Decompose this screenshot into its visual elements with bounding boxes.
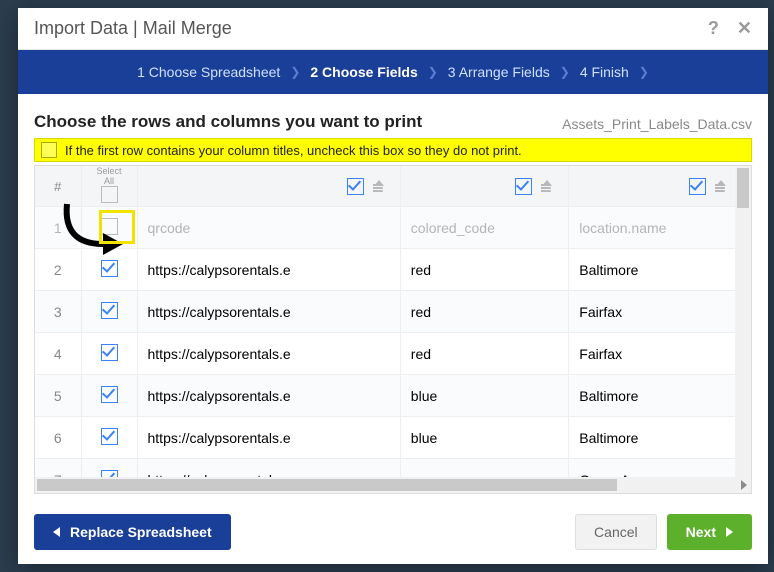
- page-title: Choose the rows and columns you want to …: [34, 112, 422, 132]
- step-finish[interactable]: 4 Finish: [580, 64, 629, 80]
- cell: Baltimore: [569, 417, 742, 459]
- cell: https://calypsorentals.e: [137, 417, 400, 459]
- column-include-checkbox[interactable]: [347, 178, 364, 195]
- column-include-checkbox[interactable]: [515, 178, 532, 195]
- row-select-cell[interactable]: [81, 207, 137, 249]
- cell: location.name: [569, 207, 742, 249]
- source-filename: Assets_Print_Labels_Data.csv: [562, 116, 752, 132]
- row-select-cell[interactable]: [81, 249, 137, 291]
- table-row: 6https://calypsorentals.eblueBaltimore10…: [35, 417, 751, 459]
- row-number: 6: [35, 417, 81, 459]
- data-table-wrap: # Select All 1qrcodecolored_: [34, 165, 752, 494]
- row-number: 5: [35, 375, 81, 417]
- cell: green: [400, 459, 568, 478]
- cell: https://calypsorentals.e: [137, 333, 400, 375]
- cell: blue: [400, 375, 568, 417]
- wizard-steps: 1 Choose Spreadsheet ❯ 2 Choose Fields ❯…: [18, 50, 768, 94]
- cell: red: [400, 249, 568, 291]
- cell: Fairfax: [569, 333, 742, 375]
- modal-header: Import Data | Mail Merge ? ✕: [18, 8, 768, 50]
- table-row: 7https://calypsorentals.egreenGrove Ave9…: [35, 459, 751, 478]
- cell: blue: [400, 417, 568, 459]
- first-row-hint: If the first row contains your column ti…: [34, 138, 752, 162]
- row-number: 2: [35, 249, 81, 291]
- cell: https://calypsorentals.e: [137, 375, 400, 417]
- chevron-right-icon: ❯: [639, 65, 649, 79]
- sort-icon[interactable]: [542, 179, 558, 193]
- row-checkbox[interactable]: [101, 344, 118, 361]
- sort-icon[interactable]: [716, 179, 732, 193]
- column-header-number: #: [35, 166, 81, 207]
- hint-text: If the first row contains your column ti…: [65, 143, 522, 158]
- cell: https://calypsorentals.e: [137, 459, 400, 478]
- close-icon[interactable]: ✕: [737, 18, 752, 39]
- modal-title: Import Data | Mail Merge: [34, 18, 232, 39]
- column-include-checkbox[interactable]: [689, 178, 706, 195]
- row-select-cell[interactable]: [81, 333, 137, 375]
- step-choose-fields[interactable]: 2 Choose Fields: [310, 64, 417, 80]
- chevron-left-icon: [53, 527, 60, 537]
- cell: red: [400, 291, 568, 333]
- row-select-cell[interactable]: [81, 417, 137, 459]
- column-header[interactable]: [400, 166, 568, 207]
- cell: colored_code: [400, 207, 568, 249]
- table-row: 1qrcodecolored_codelocation.nameidentifi…: [35, 207, 751, 249]
- row-number: 1: [35, 207, 81, 249]
- row-checkbox[interactable]: [101, 260, 118, 277]
- first-row-checkbox-highlight[interactable]: [41, 142, 57, 158]
- row-number: 4: [35, 333, 81, 375]
- cell: Baltimore: [569, 249, 742, 291]
- replace-spreadsheet-button[interactable]: Replace Spreadsheet: [34, 514, 231, 550]
- chevron-right-icon: ❯: [428, 65, 438, 79]
- cell: Grove Ave: [569, 459, 742, 478]
- next-button[interactable]: Next: [667, 514, 752, 550]
- table-row: 5https://calypsorentals.eblueBaltimore78: [35, 375, 751, 417]
- chevron-right-icon: ❯: [560, 65, 570, 79]
- row-select-cell[interactable]: [81, 375, 137, 417]
- help-icon[interactable]: ?: [708, 18, 719, 39]
- step-choose-spreadsheet[interactable]: 1 Choose Spreadsheet: [137, 64, 280, 80]
- row-select-cell[interactable]: [81, 459, 137, 478]
- mail-merge-modal: Import Data | Mail Merge ? ✕ 1 Choose Sp…: [18, 8, 768, 564]
- chevron-right-icon: ❯: [290, 65, 300, 79]
- table-row: 3https://calypsorentals.eredFairfax122: [35, 291, 751, 333]
- table-row: 2https://calypsorentals.eredBaltimore228: [35, 249, 751, 291]
- row-number: 3: [35, 291, 81, 333]
- column-header[interactable]: [137, 166, 400, 207]
- row-checkbox[interactable]: [101, 428, 118, 445]
- row-number: 7: [35, 459, 81, 478]
- sort-icon[interactable]: [374, 179, 390, 193]
- cell: red: [400, 333, 568, 375]
- cell: Baltimore: [569, 375, 742, 417]
- vertical-scrollbar[interactable]: [735, 166, 751, 477]
- cell: qrcode: [137, 207, 400, 249]
- select-all-checkbox[interactable]: [101, 186, 118, 203]
- column-header-select-all[interactable]: Select All: [81, 166, 137, 207]
- horizontal-scrollbar[interactable]: [35, 477, 751, 493]
- row-checkbox[interactable]: [101, 302, 118, 319]
- column-header[interactable]: [569, 166, 742, 207]
- row-checkbox[interactable]: [101, 218, 118, 235]
- cell: https://calypsorentals.e: [137, 291, 400, 333]
- cell: Fairfax: [569, 291, 742, 333]
- step-arrange-fields[interactable]: 3 Arrange Fields: [448, 64, 550, 80]
- row-checkbox[interactable]: [101, 470, 118, 478]
- modal-footer: Replace Spreadsheet Cancel Next: [18, 502, 768, 564]
- table-row: 4https://calypsorentals.eredFairfax233: [35, 333, 751, 375]
- row-checkbox[interactable]: [101, 386, 118, 403]
- cancel-button[interactable]: Cancel: [575, 514, 657, 550]
- cell: https://calypsorentals.e: [137, 249, 400, 291]
- chevron-right-icon: [726, 527, 733, 537]
- data-table: # Select All 1qrcodecolored_: [35, 166, 751, 477]
- row-select-cell[interactable]: [81, 291, 137, 333]
